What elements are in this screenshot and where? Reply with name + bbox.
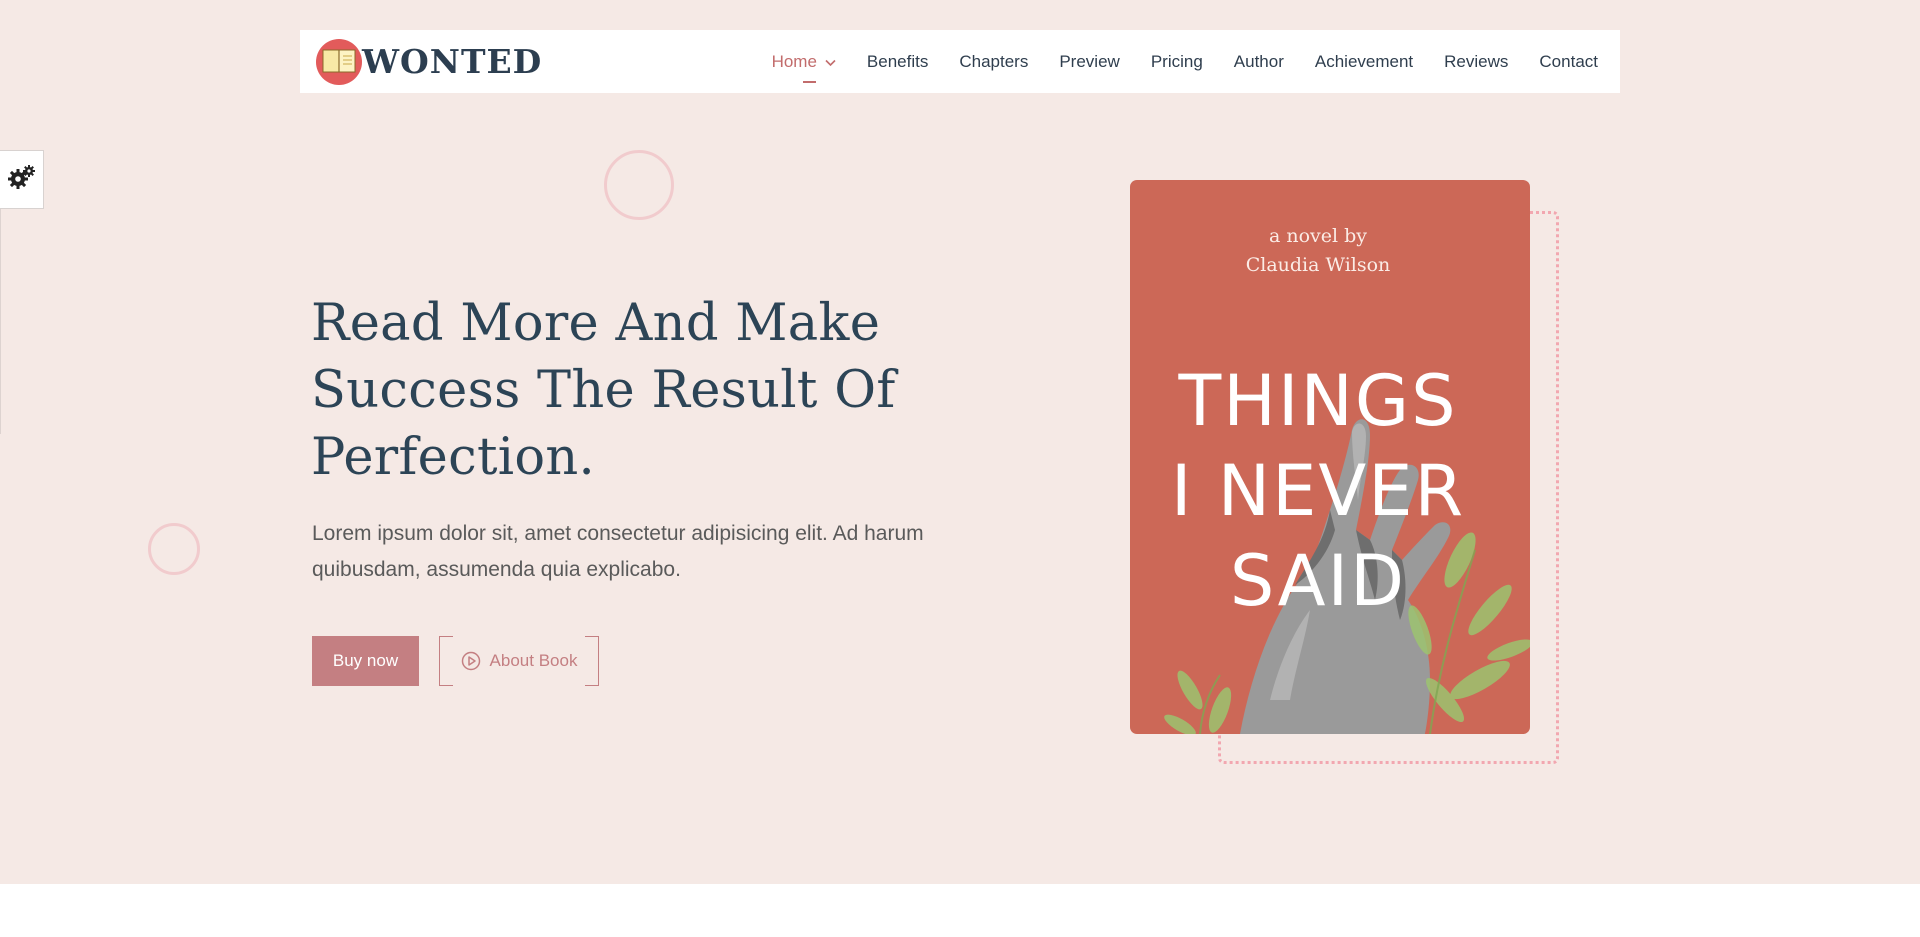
nav-item-preview[interactable]: Preview — [1059, 52, 1119, 72]
about-book-label: About Book — [489, 651, 578, 670]
hero-section — [0, 0, 1920, 884]
main-nav: Home Benefits Chapters Preview Pricing A… — [741, 30, 1598, 93]
book-title-line: I NEVER — [1170, 450, 1466, 532]
play-circle-icon — [461, 651, 481, 671]
buy-now-button[interactable]: Buy now — [312, 636, 419, 686]
nav-item-label: Reviews — [1444, 51, 1509, 71]
about-book-button[interactable]: About Book — [439, 636, 599, 686]
button-frame — [585, 636, 599, 686]
nav-item-label: Contact — [1539, 51, 1598, 71]
book-cover: a novel by Claudia Wilson THINGS I NEVER… — [1130, 180, 1530, 734]
nav-item-label: Home — [771, 51, 817, 71]
nav-item-label: Chapters — [959, 51, 1029, 71]
nav-item-chapters[interactable]: Chapters — [959, 52, 1028, 72]
nav-item-label: Achievement — [1314, 51, 1414, 71]
settings-toggle[interactable] — [0, 150, 44, 209]
nav-item-label: Preview — [1059, 51, 1120, 71]
nav-item-label: Benefits — [866, 51, 929, 71]
next-section — [0, 884, 1920, 937]
button-frame — [439, 636, 453, 686]
nav-item-home[interactable]: Home — [771, 51, 836, 83]
navbar: WONTED Home Benefits Chapters Preview Pr… — [300, 30, 1620, 93]
chevron-down-icon — [825, 52, 836, 72]
decor-circle — [148, 523, 200, 575]
nav-item-label: Author — [1233, 51, 1284, 71]
nav-item-achievement[interactable]: Achievement — [1315, 52, 1413, 72]
buy-now-label: Buy now — [332, 651, 399, 670]
logo[interactable]: WONTED — [316, 38, 542, 85]
book-title-line: SAID — [1229, 540, 1407, 622]
nav-item-contact[interactable]: Contact — [1539, 52, 1598, 72]
nav-item-benefits[interactable]: Benefits — [867, 52, 928, 72]
hero-description: Lorem ipsum dolor sit, amet consectetur … — [312, 522, 924, 581]
nav-item-label: Pricing — [1150, 51, 1203, 71]
nav-item-author[interactable]: Author — [1234, 52, 1284, 72]
hero-headline: Read More And Make Success The Result Of… — [311, 294, 896, 487]
gear-icon — [7, 164, 36, 195]
decor-circle — [604, 150, 674, 220]
side-divider — [0, 209, 1, 434]
book-icon — [316, 38, 362, 85]
brand-name: WONTED — [362, 42, 543, 81]
book-title-line: THINGS — [1178, 360, 1458, 442]
book-title: THINGS I NEVER SAID — [1130, 356, 1506, 626]
nav-item-reviews[interactable]: Reviews — [1444, 52, 1508, 72]
nav-item-pricing[interactable]: Pricing — [1151, 52, 1203, 72]
